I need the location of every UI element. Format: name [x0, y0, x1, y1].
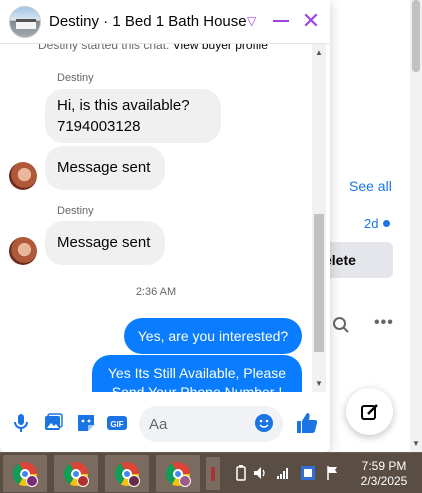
gif-icon[interactable]: GIF	[106, 412, 128, 434]
scroll-down-arrow[interactable]: ▼	[412, 440, 420, 448]
sticker-icon[interactable]	[75, 412, 97, 434]
volume-icon[interactable]	[253, 465, 267, 481]
view-buyer-profile-link[interactable]: View buyer profile	[173, 44, 268, 52]
see-all-link[interactable]: See all	[349, 178, 392, 194]
input-method-icon[interactable]	[300, 465, 316, 481]
message-list: Destiny started this chat. View buyer pr…	[0, 44, 312, 392]
chat-started-notice: Destiny started this chat. View buyer pr…	[38, 44, 268, 52]
message-text: 7194003128	[57, 118, 141, 135]
listing-thumbnail[interactable]	[9, 6, 41, 38]
clock-time: 7:59 PM	[361, 459, 407, 473]
emoji-icon[interactable]	[255, 414, 273, 432]
scroll-up-arrow[interactable]: ▲	[315, 48, 323, 57]
compose-icon	[360, 403, 378, 420]
signal-icon[interactable]	[276, 465, 290, 481]
minimize-button[interactable]	[273, 20, 289, 22]
profile-badge-icon	[179, 475, 191, 487]
chat-title[interactable]: Destiny · 1 Bed 1 Bath House	[49, 13, 247, 30]
battery-icon[interactable]	[234, 465, 248, 481]
system-clock[interactable]: 7:59 PM 2/3/2025	[352, 459, 416, 489]
chat-header: Destiny · 1 Bed 1 Bath House ▽ ✕	[0, 0, 330, 44]
profile-badge-icon	[26, 475, 38, 487]
profile-badge-icon	[128, 475, 140, 487]
page-scrollbar-thumb[interactable]	[412, 0, 420, 72]
microphone-icon[interactable]	[10, 412, 32, 434]
chat-started-text: Destiny started this chat.	[38, 44, 173, 52]
chat-scrollbar[interactable]: ▲ ▼	[312, 44, 326, 392]
windows-taskbar: 7:59 PM 2/3/2025	[0, 452, 422, 493]
search-icon[interactable]	[332, 316, 350, 334]
photo-icon[interactable]	[42, 412, 64, 434]
message-text: Send Your Phone Number !	[111, 384, 283, 392]
taskbar-pinned-app[interactable]	[206, 457, 220, 490]
avatar[interactable]	[9, 162, 37, 190]
chat-scrollbar-thumb[interactable]	[314, 214, 324, 352]
notification-time: 2d	[364, 216, 379, 231]
sender-name: Destiny	[57, 205, 94, 217]
message-text: Yes Its Still Available, Please	[107, 365, 287, 381]
message-text: Hi, is this available?	[57, 97, 190, 114]
taskbar-chrome-app[interactable]	[105, 455, 149, 492]
page-scrollbar[interactable]: ▼	[410, 0, 422, 452]
incoming-message-bubble: Message sent	[45, 146, 165, 190]
message-timestamp: 2:36 AM	[135, 286, 177, 298]
incoming-message-bubble: Message sent	[45, 221, 165, 265]
outgoing-message-bubble: Yes, are you interested?	[124, 318, 302, 354]
chat-window: Destiny · 1 Bed 1 Bath House ▽ ✕ Destiny…	[0, 0, 330, 452]
scroll-down-arrow[interactable]: ▼	[315, 379, 323, 388]
incoming-message-bubble: Hi, is this available? 7194003128	[45, 89, 221, 143]
avatar[interactable]	[9, 237, 37, 265]
outgoing-message-bubble: Yes Its Still Available, Please Send You…	[92, 355, 302, 392]
compose-message-button[interactable]	[346, 388, 393, 435]
thumbs-up-icon[interactable]	[295, 411, 319, 435]
sender-name: Destiny	[57, 72, 94, 84]
taskbar-chrome-app[interactable]	[3, 455, 47, 492]
svg-text:GIF: GIF	[110, 420, 123, 429]
clock-date: 2/3/2025	[360, 474, 408, 488]
taskbar-chrome-app[interactable]	[54, 455, 98, 492]
taskbar-chrome-app[interactable]	[156, 455, 200, 492]
chat-composer: GIF	[0, 392, 330, 452]
unread-dot	[383, 220, 390, 227]
chevron-down-icon[interactable]: ▽	[247, 14, 256, 28]
profile-badge-icon	[77, 475, 89, 487]
close-button[interactable]: ✕	[300, 10, 322, 32]
more-options-icon[interactable]: •••	[374, 314, 394, 332]
notification-flag-icon[interactable]	[326, 465, 340, 481]
